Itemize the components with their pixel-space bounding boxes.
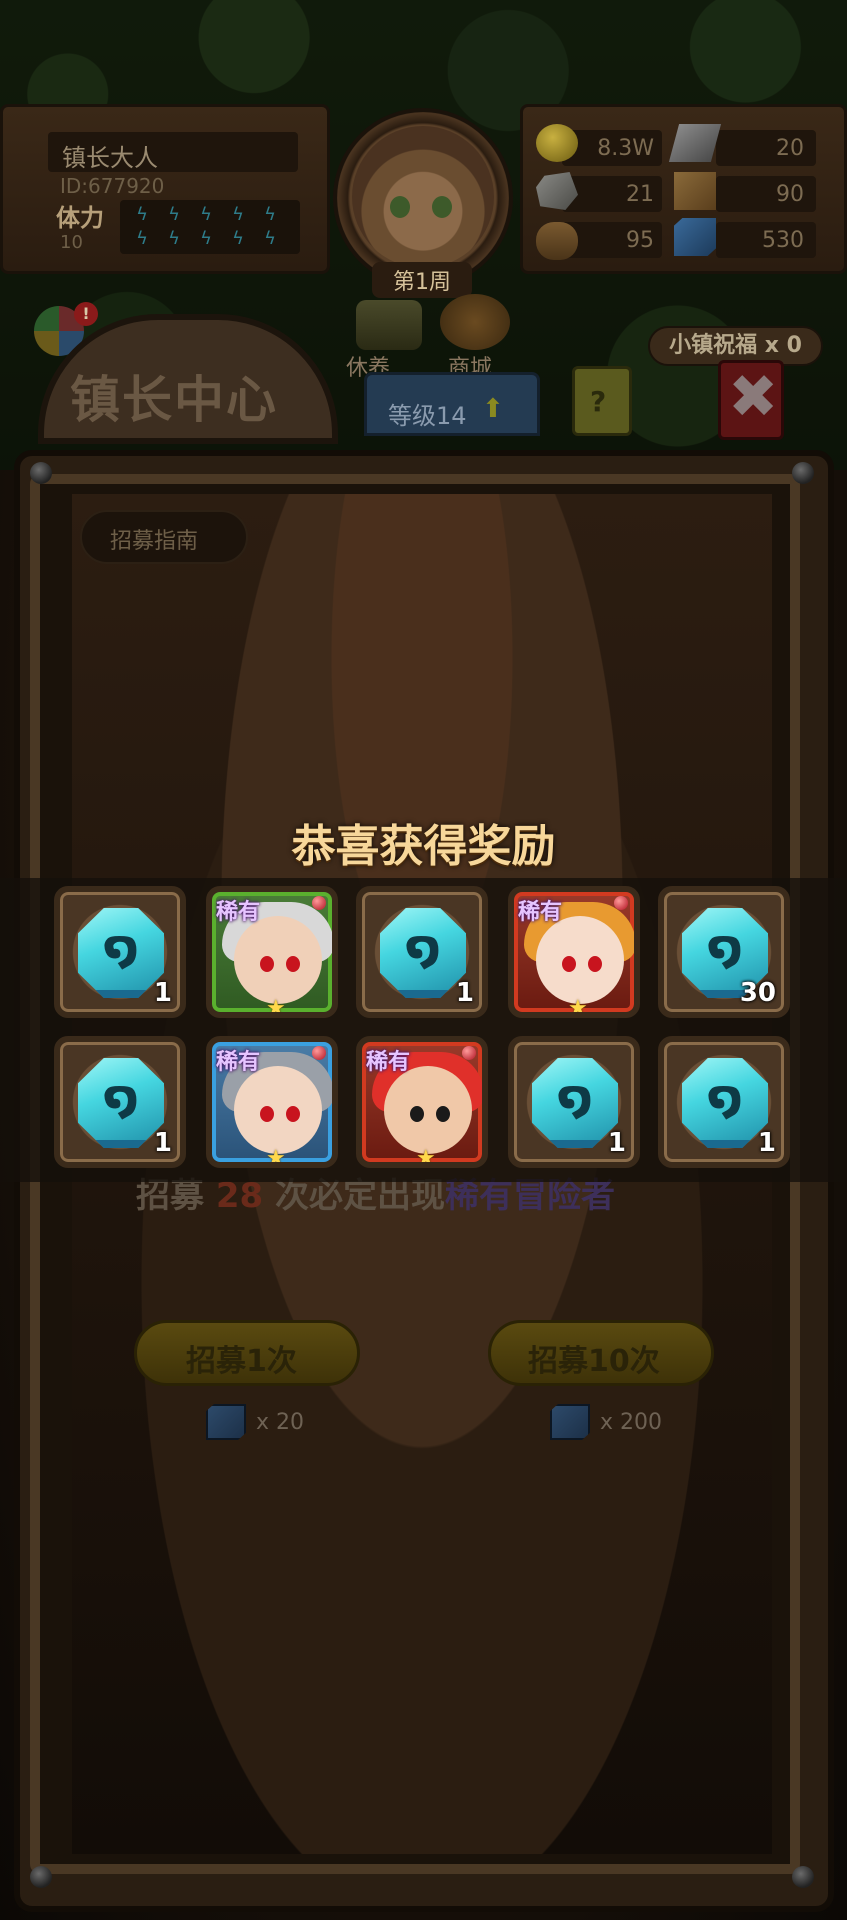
reward-hero-card[interactable]: 稀有 ★: [206, 886, 338, 1018]
gold-coin-icon: [536, 124, 578, 162]
lightning-icon: ϟ: [264, 204, 276, 225]
lightning-icon: ϟ: [264, 228, 276, 249]
shop-icon[interactable]: [440, 294, 510, 350]
reward-item-rune-stone[interactable]: ໑ 30: [658, 886, 790, 1018]
lightning-icon: ϟ: [136, 204, 148, 225]
recruit-ten-label[interactable]: 招募10次: [528, 1336, 660, 1380]
level-label: 等级14: [388, 402, 467, 430]
resource-scroll-value: 90: [776, 182, 804, 207]
reward-hero-card[interactable]: 稀有 ★: [356, 1036, 488, 1168]
avatar-eye-icon: [432, 196, 452, 218]
recruit-ten-cost: x 200: [600, 1410, 663, 1435]
element-orb-icon: [614, 896, 628, 910]
lightning-icon: ϟ: [168, 204, 180, 225]
hero-portrait: [384, 1066, 472, 1154]
reward-hero-card[interactable]: 稀有 ★: [508, 886, 640, 1018]
wood-log-icon: [536, 222, 578, 260]
reward-quantity: 1: [455, 978, 474, 1008]
rare-tag: 稀有: [216, 1050, 261, 1075]
reward-hero-card[interactable]: 稀有 ★: [206, 1036, 338, 1168]
hero-eye-icon: [260, 956, 274, 972]
resource-gold-value: 8.3W: [597, 136, 654, 161]
element-orb-icon: [462, 1046, 476, 1060]
map-scroll-icon: [674, 172, 716, 210]
star-icon: ★: [266, 996, 286, 1018]
reward-item-rune-stone[interactable]: ໑ 1: [508, 1036, 640, 1168]
recruit-once-label[interactable]: 招募1次: [186, 1336, 297, 1380]
reward-quantity: 1: [607, 1128, 626, 1158]
rune-mark-icon: ໑: [103, 920, 139, 974]
rune-mark-icon: ໑: [103, 1070, 139, 1124]
close-icon[interactable]: ✖: [728, 362, 778, 432]
blue-gem-icon: [550, 1404, 590, 1440]
star-icon: ★: [416, 1146, 436, 1168]
game-screen: 镇长大人 ID:677920 体力 10 ϟ ϟ ϟ ϟ ϟ ϟ ϟ ϟ ϟ ϟ…: [0, 0, 847, 1920]
blue-gem-icon: [206, 1404, 246, 1440]
avatar-eye-icon: [390, 196, 410, 218]
rune-mark-icon: ໑: [405, 920, 441, 974]
star-icon: ★: [266, 1146, 286, 1168]
resource-stone-value: 21: [626, 182, 654, 207]
rivet-icon: [792, 462, 814, 484]
hero-eye-icon: [260, 1106, 274, 1122]
stamina-value: 10: [60, 232, 83, 253]
rivet-icon: [30, 1866, 52, 1888]
reward-title: 恭喜获得奖励: [291, 821, 556, 872]
level-up-arrow-icon: ⬆: [482, 394, 504, 424]
rivet-icon: [30, 462, 52, 484]
element-orb-icon: [312, 896, 326, 910]
blue-gem-icon: [674, 218, 716, 256]
player-name: 镇长大人: [62, 144, 158, 172]
reward-item-rune-stone[interactable]: ໑ 1: [54, 886, 186, 1018]
hero-eye-icon: [286, 956, 300, 972]
rune-mark-icon: ໑: [707, 920, 743, 974]
rare-tag: 稀有: [518, 900, 563, 925]
tab-mayor-center[interactable]: 镇长中心: [70, 360, 278, 432]
rune-mark-icon: ໑: [557, 1070, 593, 1124]
rare-tag: 稀有: [366, 1050, 411, 1075]
lightning-icon: ϟ: [200, 204, 212, 225]
recruit-guide-label[interactable]: 招募指南: [110, 523, 198, 555]
lightning-icon: ϟ: [232, 204, 244, 225]
rivet-icon: [792, 1866, 814, 1888]
hero-eye-icon: [588, 956, 602, 972]
stamina-bar: ϟ ϟ ϟ ϟ ϟ ϟ ϟ ϟ ϟ ϟ: [120, 200, 300, 254]
reward-item-rune-stone[interactable]: ໑ 1: [658, 1036, 790, 1168]
star-icon: ★: [568, 996, 588, 1018]
resource-iron-value: 20: [776, 136, 804, 161]
hero-portrait: [234, 1066, 322, 1154]
reward-quantity: 1: [153, 978, 172, 1008]
notification-badge: !: [74, 302, 98, 326]
reward-quantity: 1: [757, 1128, 776, 1158]
lightning-icon: ϟ: [200, 228, 212, 249]
hero-eye-icon: [286, 1106, 300, 1122]
hero-eye-icon: [436, 1106, 450, 1122]
avatar[interactable]: [352, 126, 494, 268]
hero-portrait: [536, 916, 624, 1004]
week-label: 第1周: [372, 262, 472, 298]
resource-wood-value: 95: [626, 228, 654, 253]
hero-portrait: [234, 916, 322, 1004]
resource-gem-value: 530: [762, 228, 804, 253]
rest-icon[interactable]: [356, 300, 422, 350]
hero-eye-icon: [410, 1106, 424, 1122]
reward-item-rune-stone[interactable]: ໑ 1: [54, 1036, 186, 1168]
rune-mark-icon: ໑: [707, 1070, 743, 1124]
help-label: ?: [590, 385, 607, 418]
stamina-label: 体力: [56, 204, 104, 232]
reward-quantity: 1: [153, 1128, 172, 1158]
element-orb-icon: [312, 1046, 326, 1060]
rare-tag: 稀有: [216, 900, 261, 925]
player-id: ID:677920: [60, 174, 165, 198]
lightning-icon: ϟ: [136, 228, 148, 249]
lightning-icon: ϟ: [232, 228, 244, 249]
lightning-icon: ϟ: [168, 228, 180, 249]
recruit-once-cost: x 20: [256, 1410, 305, 1435]
hero-eye-icon: [562, 956, 576, 972]
reward-quantity: 30: [739, 978, 776, 1008]
reward-item-rune-stone[interactable]: ໑ 1: [356, 886, 488, 1018]
